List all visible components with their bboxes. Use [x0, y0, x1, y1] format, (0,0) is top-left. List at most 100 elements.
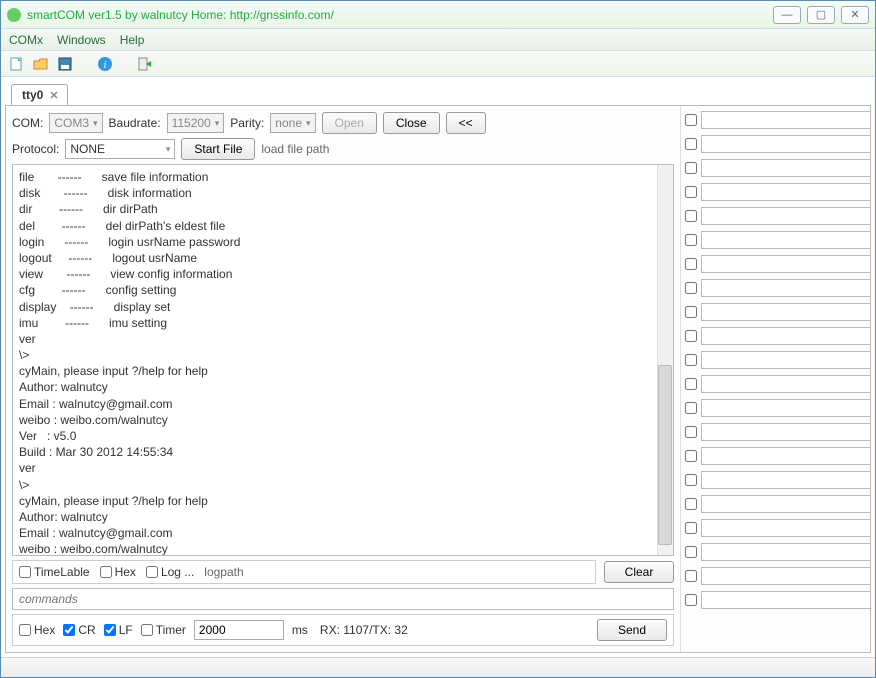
- parity-label: Parity:: [230, 116, 264, 130]
- window-title: smartCOM ver1.5 by walnutcy Home: http:/…: [27, 8, 773, 22]
- new-icon[interactable]: [9, 56, 25, 72]
- com-select[interactable]: COM3▾: [49, 113, 102, 133]
- cr-checkbox[interactable]: CR: [63, 623, 95, 637]
- quick-input-18[interactable]: [701, 519, 870, 537]
- logpath-text: logpath: [204, 565, 243, 579]
- info-icon[interactable]: i: [97, 56, 113, 72]
- content-area: tty0 ✕ COM: COM3▾ Baudrate: 115200▾ Pari…: [1, 77, 875, 657]
- quick-check-14[interactable]: [685, 426, 697, 438]
- titlebar: smartCOM ver1.5 by walnutcy Home: http:/…: [1, 1, 875, 29]
- quick-check-5[interactable]: [685, 210, 697, 222]
- startfile-button[interactable]: Start File: [181, 138, 255, 160]
- quick-check-9[interactable]: [685, 306, 697, 318]
- baud-label: Baudrate:: [109, 116, 161, 130]
- quick-row-3: 03: [685, 158, 866, 178]
- quick-row-1: 01: [685, 110, 866, 130]
- log-checkbox[interactable]: Log ...: [146, 565, 194, 579]
- quick-check-3[interactable]: [685, 162, 697, 174]
- quick-check-11[interactable]: [685, 354, 697, 366]
- quick-input-16[interactable]: [701, 471, 870, 489]
- protocol-label: Protocol:: [12, 142, 59, 156]
- options-row: TimeLable Hex Log ... logpath Clear: [12, 560, 674, 584]
- quick-check-20[interactable]: [685, 570, 697, 582]
- quick-input-3[interactable]: [701, 159, 870, 177]
- window-controls: — ▢ ✕: [773, 6, 869, 24]
- quick-check-17[interactable]: [685, 498, 697, 510]
- menu-comx[interactable]: COMx: [9, 33, 43, 47]
- quick-input-17[interactable]: [701, 495, 870, 513]
- parity-select[interactable]: none▾: [270, 113, 315, 133]
- terminal-output[interactable]: file ------ save file information disk -…: [12, 164, 674, 556]
- quick-row-4: 04: [685, 182, 866, 202]
- quick-row-17: 17: [685, 494, 866, 514]
- terminal-scrollbar[interactable]: [657, 165, 673, 555]
- svg-text:i: i: [104, 60, 107, 71]
- clear-button[interactable]: Clear: [604, 561, 674, 583]
- quick-row-6: 06: [685, 230, 866, 250]
- quick-input-12[interactable]: [701, 375, 870, 393]
- quick-check-12[interactable]: [685, 378, 697, 390]
- quick-input-2[interactable]: [701, 135, 870, 153]
- open-button[interactable]: Open: [322, 112, 377, 134]
- tab-tty0[interactable]: tty0 ✕: [11, 84, 68, 105]
- tab-close-icon[interactable]: ✕: [49, 89, 58, 102]
- quick-check-21[interactable]: [685, 594, 697, 606]
- menu-windows[interactable]: Windows: [57, 33, 106, 47]
- protocol-select[interactable]: NONE▾: [65, 139, 175, 159]
- quick-row-20: 20: [685, 566, 866, 586]
- command-input[interactable]: [12, 588, 674, 610]
- quick-check-2[interactable]: [685, 138, 697, 150]
- quick-input-19[interactable]: [701, 543, 870, 561]
- quick-check-7[interactable]: [685, 258, 697, 270]
- quick-input-13[interactable]: [701, 399, 870, 417]
- quick-input-15[interactable]: [701, 447, 870, 465]
- quick-check-13[interactable]: [685, 402, 697, 414]
- save-icon[interactable]: [57, 56, 73, 72]
- send-row: Hex CR LF Timer ms RX: 1107/TX: 32 Send: [12, 614, 674, 646]
- quick-check-4[interactable]: [685, 186, 697, 198]
- lf-checkbox[interactable]: LF: [104, 623, 133, 637]
- exit-icon[interactable]: [137, 56, 153, 72]
- quick-input-11[interactable]: [701, 351, 870, 369]
- quick-check-1[interactable]: [685, 114, 697, 126]
- quick-check-19[interactable]: [685, 546, 697, 558]
- open-icon[interactable]: [33, 56, 49, 72]
- hex-view-checkbox[interactable]: Hex: [100, 565, 136, 579]
- com-label: COM:: [12, 116, 43, 130]
- app-window: smartCOM ver1.5 by walnutcy Home: http:/…: [0, 0, 876, 678]
- quick-input-20[interactable]: [701, 567, 870, 585]
- quick-input-8[interactable]: [701, 279, 870, 297]
- quick-check-15[interactable]: [685, 450, 697, 462]
- close-window-button[interactable]: ✕: [841, 6, 869, 24]
- quick-input-7[interactable]: [701, 255, 870, 273]
- quick-input-1[interactable]: [701, 111, 870, 129]
- quick-input-5[interactable]: [701, 207, 870, 225]
- quick-input-6[interactable]: [701, 231, 870, 249]
- scrollbar-thumb[interactable]: [658, 365, 672, 545]
- quick-check-10[interactable]: [685, 330, 697, 342]
- left-column: COM: COM3▾ Baudrate: 115200▾ Parity: non…: [6, 106, 680, 652]
- quick-input-21[interactable]: [701, 591, 870, 609]
- quick-check-6[interactable]: [685, 234, 697, 246]
- maximize-button[interactable]: ▢: [807, 6, 835, 24]
- timelabel-checkbox[interactable]: TimeLable: [19, 565, 90, 579]
- menu-help[interactable]: Help: [120, 33, 145, 47]
- quick-row-16: 16: [685, 470, 866, 490]
- quick-input-9[interactable]: [701, 303, 870, 321]
- timer-checkbox[interactable]: Timer: [141, 623, 186, 637]
- close-button[interactable]: Close: [383, 112, 440, 134]
- quick-input-4[interactable]: [701, 183, 870, 201]
- quick-input-10[interactable]: [701, 327, 870, 345]
- quick-row-10: 10: [685, 326, 866, 346]
- quick-check-8[interactable]: [685, 282, 697, 294]
- quick-row-14: 14: [685, 422, 866, 442]
- timer-input[interactable]: [194, 620, 284, 640]
- quick-input-14[interactable]: [701, 423, 870, 441]
- baud-select[interactable]: 115200▾: [167, 113, 225, 133]
- quick-check-16[interactable]: [685, 474, 697, 486]
- minimize-button[interactable]: —: [773, 6, 801, 24]
- hex-send-checkbox[interactable]: Hex: [19, 623, 55, 637]
- back-button[interactable]: <<: [446, 112, 486, 134]
- send-button[interactable]: Send: [597, 619, 667, 641]
- quick-check-18[interactable]: [685, 522, 697, 534]
